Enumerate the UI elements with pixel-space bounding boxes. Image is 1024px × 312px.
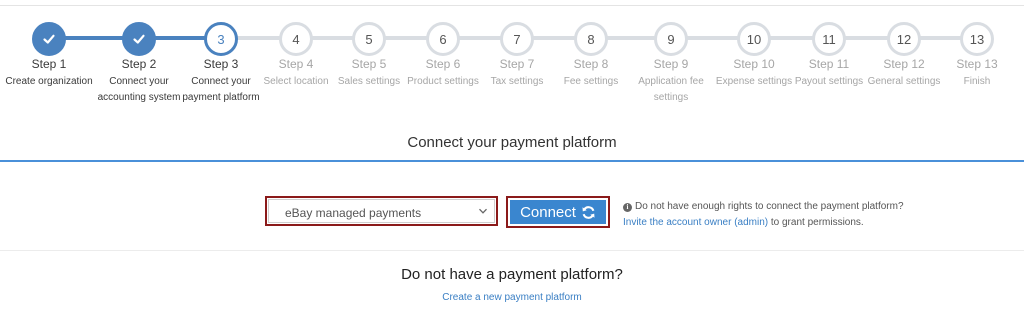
step-12-circle: 12 bbox=[887, 22, 921, 56]
rights-notice-text: Do not have enough rights to connect the… bbox=[635, 201, 904, 212]
create-payment-platform-link[interactable]: Create a new payment platform bbox=[0, 292, 1024, 303]
step-title: Step 13 bbox=[956, 57, 998, 71]
section-divider-bottom bbox=[0, 250, 1024, 251]
step-number: 3 bbox=[217, 31, 225, 47]
section-divider bbox=[0, 160, 1024, 162]
connect-button[interactable]: Connect bbox=[510, 200, 606, 224]
info-icon: i bbox=[623, 203, 632, 212]
step-3-circle: 3 bbox=[204, 22, 238, 56]
rights-notice: i Do not have enough rights to connect th… bbox=[623, 199, 904, 231]
page-title: Connect your payment platform bbox=[407, 134, 617, 151]
step-2-circle bbox=[122, 22, 156, 56]
step-4-circle: 4 bbox=[279, 22, 313, 56]
payment-platform-select-highlight: eBay managed payments bbox=[265, 196, 498, 226]
step-number: 7 bbox=[513, 31, 521, 47]
checkmark-icon bbox=[133, 34, 145, 44]
step-description: Finish bbox=[963, 76, 991, 87]
progress-stepper: Step 1 Create organization Step 2 Connec… bbox=[0, 0, 1024, 110]
create-payment-platform-link-text[interactable]: Create a new payment platform bbox=[442, 292, 582, 303]
step-number: 4 bbox=[292, 31, 300, 47]
step-number: 11 bbox=[822, 31, 836, 47]
selected-platform: eBay managed payments bbox=[285, 206, 422, 220]
step-5-circle: 5 bbox=[352, 22, 386, 56]
step-9-circle: 9 bbox=[654, 22, 688, 56]
admin-link[interactable]: (admin) bbox=[734, 217, 768, 228]
connect-button-label: Connect bbox=[520, 203, 576, 221]
step-13-circle: 13 bbox=[960, 22, 994, 56]
refresh-icon bbox=[582, 205, 595, 219]
step-11-circle: 11 bbox=[812, 22, 846, 56]
step-number: 6 bbox=[439, 31, 447, 47]
step-number: 9 bbox=[667, 31, 675, 47]
step-8-circle: 8 bbox=[574, 22, 608, 56]
chevron-down-icon bbox=[479, 208, 487, 214]
step-number: 10 bbox=[746, 31, 762, 47]
no-platform-heading: Do not have a payment platform? bbox=[401, 266, 623, 283]
invite-owner-link[interactable]: Invite the account owner bbox=[623, 217, 731, 228]
step-7-circle: 7 bbox=[500, 22, 534, 56]
step-number: 5 bbox=[365, 31, 373, 47]
rights-notice-suffix: to grant permissions. bbox=[770, 217, 864, 228]
step-6-circle: 6 bbox=[426, 22, 460, 56]
step-number: 8 bbox=[587, 31, 595, 47]
step-10-circle: 10 bbox=[737, 22, 771, 56]
payment-platform-select[interactable]: eBay managed payments bbox=[268, 199, 495, 223]
step-number: 13 bbox=[969, 31, 985, 47]
step-1-circle bbox=[32, 22, 66, 56]
checkmark-icon bbox=[43, 34, 55, 44]
step-number: 12 bbox=[896, 31, 912, 47]
connect-button-highlight: Connect bbox=[506, 196, 610, 228]
